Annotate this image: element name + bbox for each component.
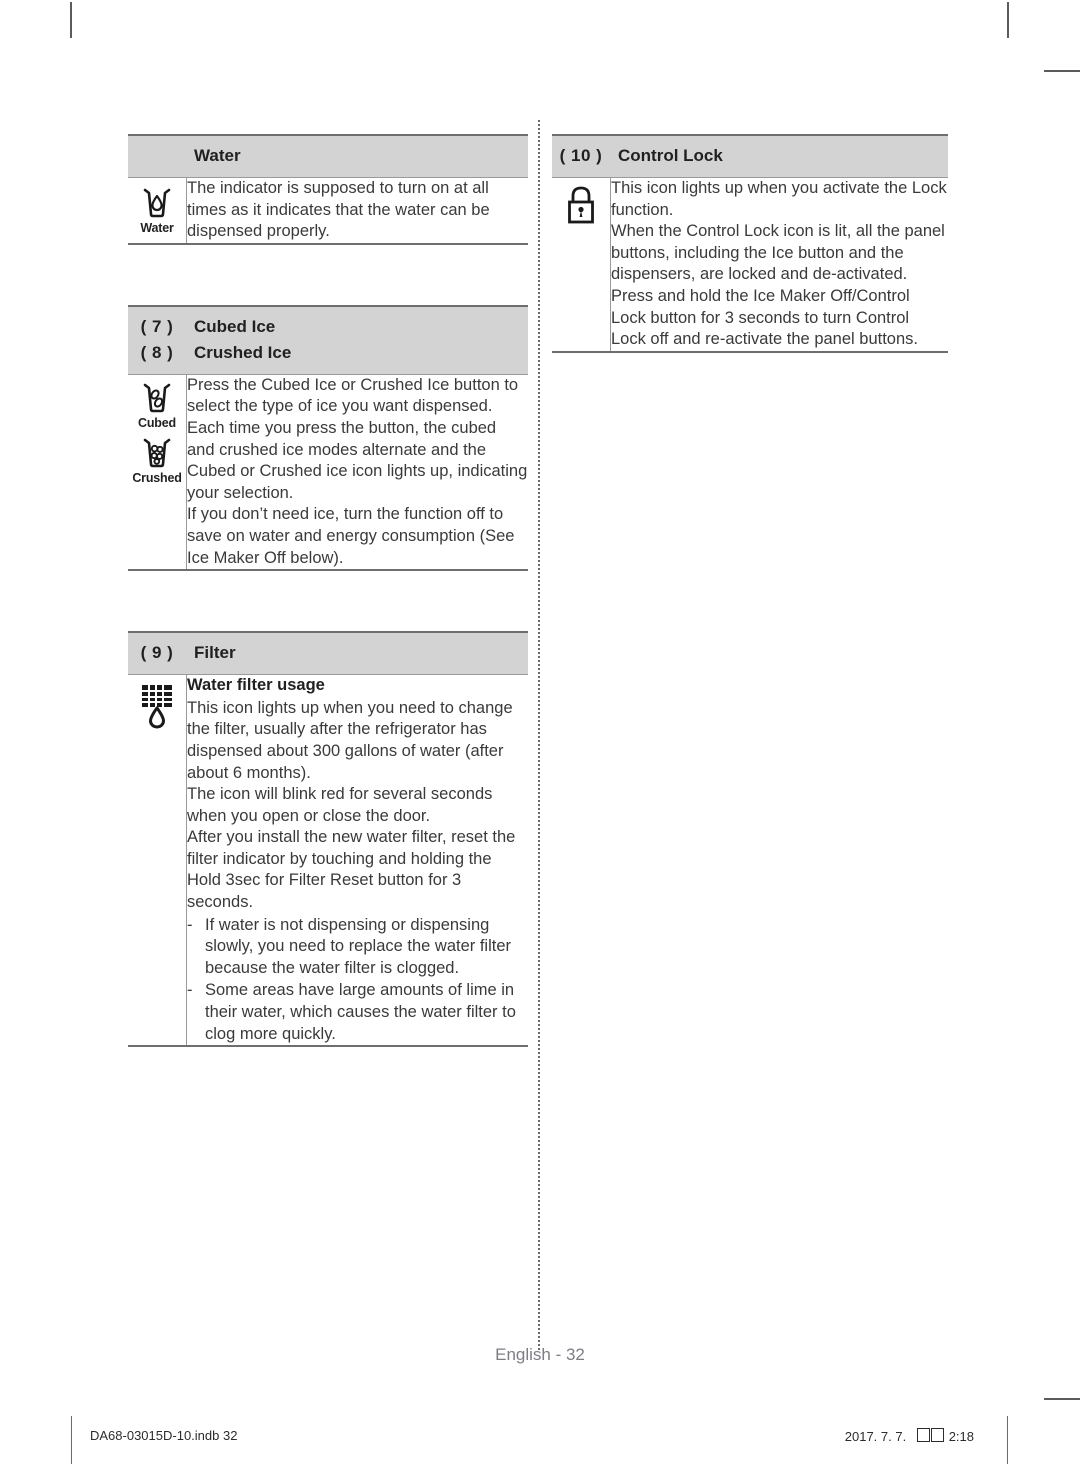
icon-column [128,674,187,1048]
bullet-list: - If water is not dispensing or dispensi… [187,915,528,1046]
paragraph: Each time you press the button, the cube… [187,418,528,502]
section-title: Control Lock [618,146,723,165]
missing-glyph-icon [917,1428,931,1442]
icon-column: Cubed Crushed [128,374,187,572]
paragraph: If you don’t need ice, turn the function… [187,505,515,567]
paragraph: When the Control Lock icon is lit, all t… [611,222,945,284]
crushed-ice-icon [143,438,171,468]
water-glass-icon-wrap: Water [128,178,186,239]
sub-heading: Water filter usage [187,676,325,695]
paragraph: This icon lights up when you activate th… [611,179,947,219]
icon-column: Water [128,177,187,245]
section-body: Cubed Crushed Press the Cubed Ice or Cru… [128,374,528,572]
manual-page: Water Water The indicator is supposed to… [0,0,1080,1472]
section-body: Water filter usage This icon lights up w… [128,674,528,1048]
footer-time: 2:18 [948,1429,974,1444]
section-text: The indicator is supposed to turn on at … [186,177,528,245]
section-title: Cubed Ice [194,316,276,336]
paragraph: After you install the new water filter, … [187,828,516,912]
list-item: - If water is not dispensing or dispensi… [187,915,528,980]
bullet-mark: - [187,915,193,934]
section-control-lock: ( 10 ) Control Lock This icon lights up … [552,134,948,353]
section-number: ( 7 ) [140,316,174,336]
section-title: Crushed Ice [194,342,292,362]
footer-date: 2017. 7. 7. [844,1429,907,1444]
paragraph: Press the Cubed Ice or Crushed Ice butto… [187,375,519,416]
section-text: Press the Cubed Ice or Crushed Ice butto… [186,374,528,572]
footer-rule-right [1007,1416,1008,1464]
section-header: ( 9 ) Filter [128,631,528,676]
paragraph: Press and hold the Ice Maker Off/Control… [611,286,918,349]
icon-caption: Cubed [138,415,176,430]
section-header: ( 7 ) Cubed Ice ( 8 ) Crushed Ice [128,304,528,375]
footer-rule-left [71,1416,72,1464]
bullet-mark: - [187,981,193,1000]
section-water: Water Water The indicator is supposed to… [128,134,528,245]
padlock-icon-wrap [552,178,610,233]
page-label: English - 32 [495,1345,585,1364]
section-number: ( 9 ) [140,643,174,663]
section-title: Water [194,146,241,165]
cubed-ice-icon [143,383,171,413]
footer-filename: DA68-03015D-10.indb 32 [90,1428,238,1443]
section-header-line-crushed: ( 8 ) Crushed Ice [128,340,528,366]
paragraph: This icon lights up when you need to cha… [187,698,513,782]
section-body: Water The indicator is supposed to turn … [128,177,528,245]
left-column: Water Water The indicator is supposed to… [128,134,528,1048]
print-footer: DA68-03015D-10.indb 32 2017. 7. 7. 2:18 [0,1416,1080,1464]
paragraph: The icon will blink red for several seco… [187,785,493,825]
section-number: ( 10 ) [559,146,603,165]
cubed-ice-icon-wrap: Cubed [128,375,186,434]
missing-glyph-icon [931,1428,945,1442]
crushed-ice-icon-wrap: Crushed [128,434,186,489]
column-divider [538,120,540,1350]
bullet-text: Some areas have large amounts of lime in… [205,981,516,1043]
footer-timestamp: 2017. 7. 7. 2:18 [845,1428,974,1444]
section-title: Filter [194,643,236,663]
water-glass-icon [143,188,171,218]
section-header: Water [128,134,528,178]
right-column: ( 10 ) Control Lock This icon lights up … [552,134,948,353]
water-filter-icon-wrap [128,675,186,736]
icon-caption: Crushed [132,470,182,485]
padlock-icon [568,186,594,224]
section-number: ( 8 ) [140,342,174,362]
section-cubed-crushed-ice: ( 7 ) Cubed Ice ( 8 ) Crushed Ice Cubed … [128,304,528,572]
section-text: This icon lights up when you activate th… [610,177,948,353]
section-body: This icon lights up when you activate th… [552,177,948,353]
paragraph: The indicator is supposed to turn on at … [187,179,490,241]
icon-caption: Water [140,221,174,235]
icon-column [552,177,611,353]
section-text: Water filter usage This icon lights up w… [186,674,528,1048]
section-filter: ( 9 ) Filter Water filter usage This ico… [128,631,528,1048]
list-item: - Some areas have large amounts of lime … [187,980,528,1045]
section-header-line-cubed: ( 7 ) Cubed Ice [128,314,528,340]
water-filter-icon [142,685,172,729]
section-header: ( 10 ) Control Lock [552,134,948,178]
bullet-text: If water is not dispensing or dispensing… [205,915,512,977]
